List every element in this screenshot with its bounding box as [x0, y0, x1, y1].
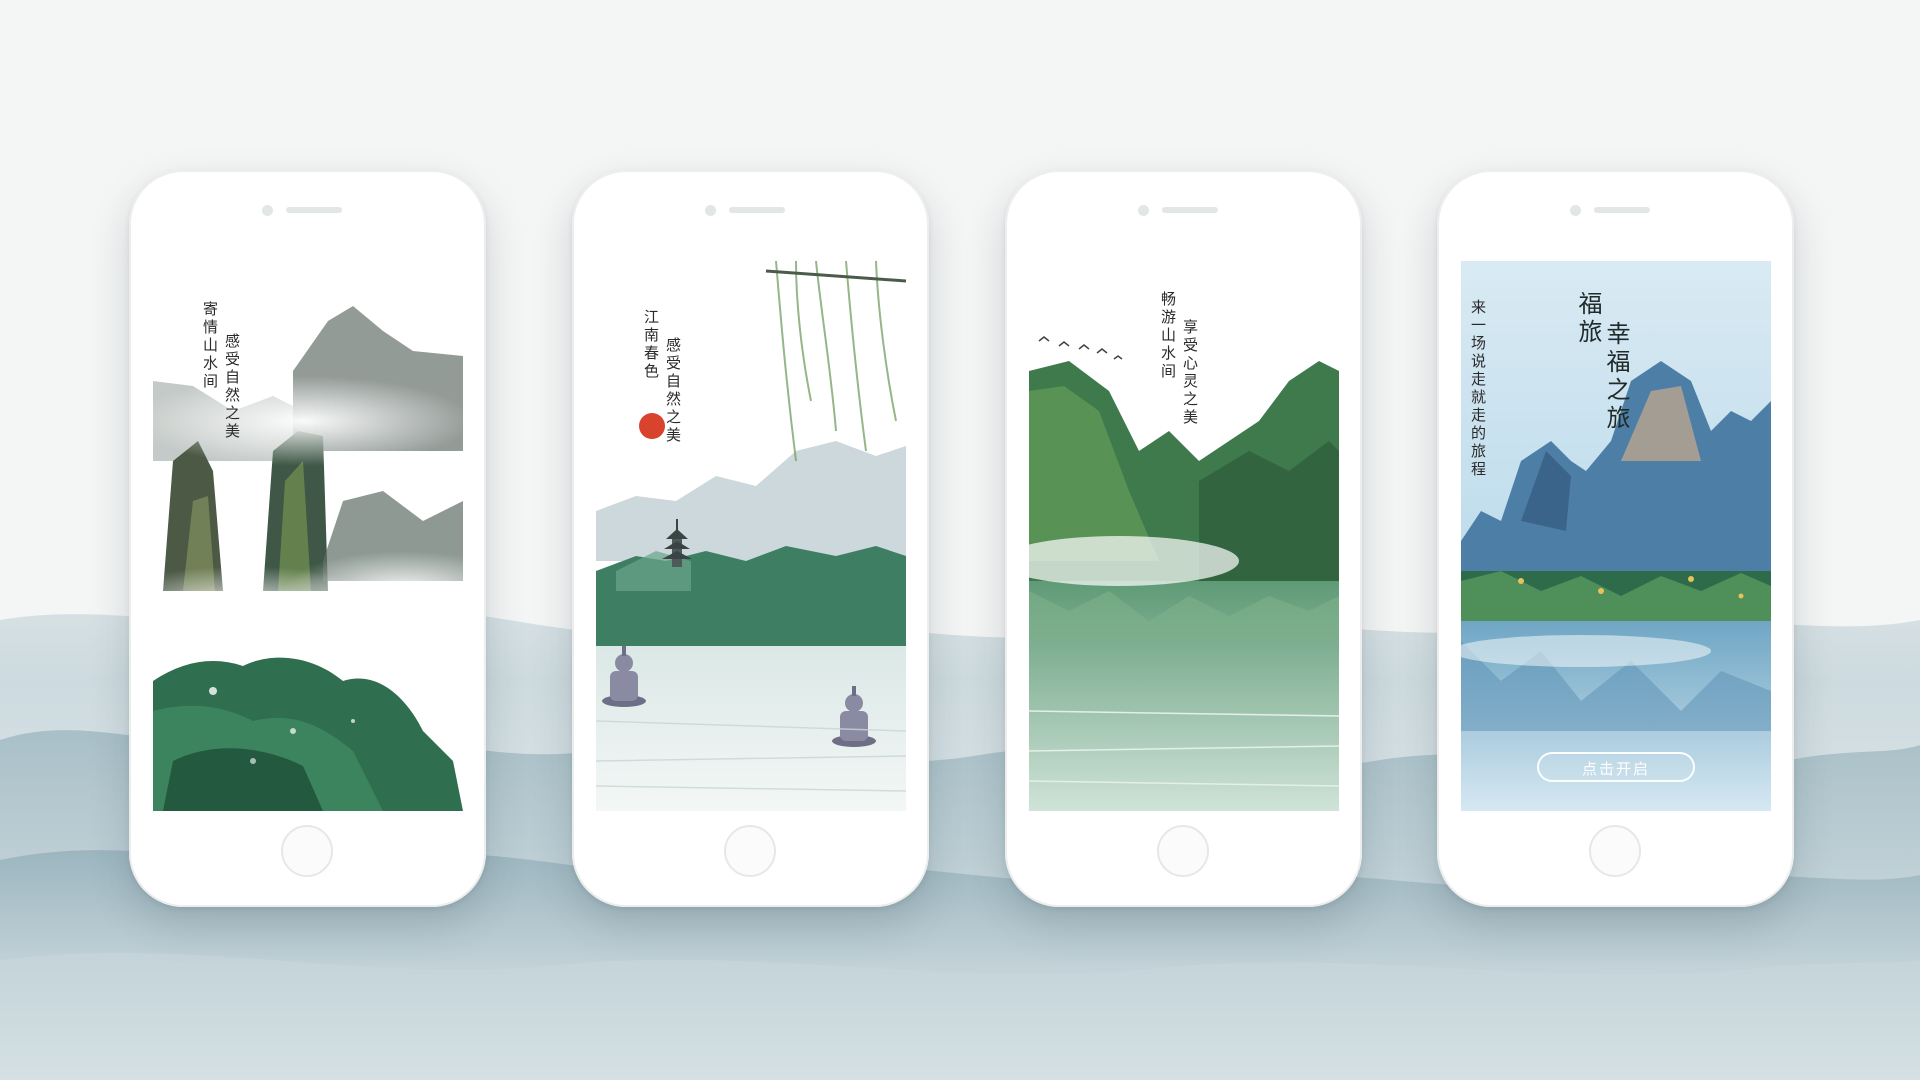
title-line-2: 幸福之旅	[1602, 321, 1630, 433]
title-line-1: 福旅	[1574, 291, 1602, 347]
start-button[interactable]: 点击开启	[1537, 752, 1695, 782]
camera-icon	[262, 205, 273, 216]
phone-mockup-2: 江南春色 感受自然之美	[572, 170, 929, 907]
showcase-stage: 寄情山水间 感受自然之美 江南春色 感受自然之美 畅游山水间 享受心灵之美 来一…	[0, 0, 1920, 1080]
tagline-line-2: 享受心灵之美	[1181, 319, 1199, 427]
home-button-icon[interactable]	[281, 825, 333, 877]
screen-1[interactable]: 寄情山水间 感受自然之美	[153, 261, 463, 811]
camera-icon	[1138, 205, 1149, 216]
tagline-line-1: 寄情山水间	[201, 301, 219, 391]
speaker-icon	[729, 207, 785, 213]
home-button-icon[interactable]	[724, 825, 776, 877]
phone-mockup-3: 畅游山水间 享受心灵之美	[1005, 170, 1362, 907]
phone-mockup-1: 寄情山水间 感受自然之美	[129, 170, 486, 907]
screen-3[interactable]: 畅游山水间 享受心灵之美	[1029, 261, 1339, 811]
home-button-icon[interactable]	[1589, 825, 1641, 877]
speaker-icon	[286, 207, 342, 213]
tagline-line-2: 感受自然之美	[223, 333, 241, 441]
tagline-line-2: 感受自然之美	[664, 337, 682, 445]
home-button-icon[interactable]	[1157, 825, 1209, 877]
tagline-line-1: 江南春色	[642, 309, 660, 381]
screen-4[interactable]: 来一场说走就走的旅程 福旅 幸福之旅 点击开启	[1461, 261, 1771, 811]
tagline-line-1: 畅游山水间	[1159, 291, 1177, 381]
subtitle: 来一场说走就走的旅程	[1469, 299, 1487, 479]
camera-icon	[705, 205, 716, 216]
speaker-icon	[1594, 207, 1650, 213]
phone-mockup-4: 来一场说走就走的旅程 福旅 幸福之旅 点击开启	[1437, 170, 1794, 907]
camera-icon	[1570, 205, 1581, 216]
screen-2[interactable]: 江南春色 感受自然之美	[596, 261, 906, 811]
speaker-icon	[1162, 207, 1218, 213]
